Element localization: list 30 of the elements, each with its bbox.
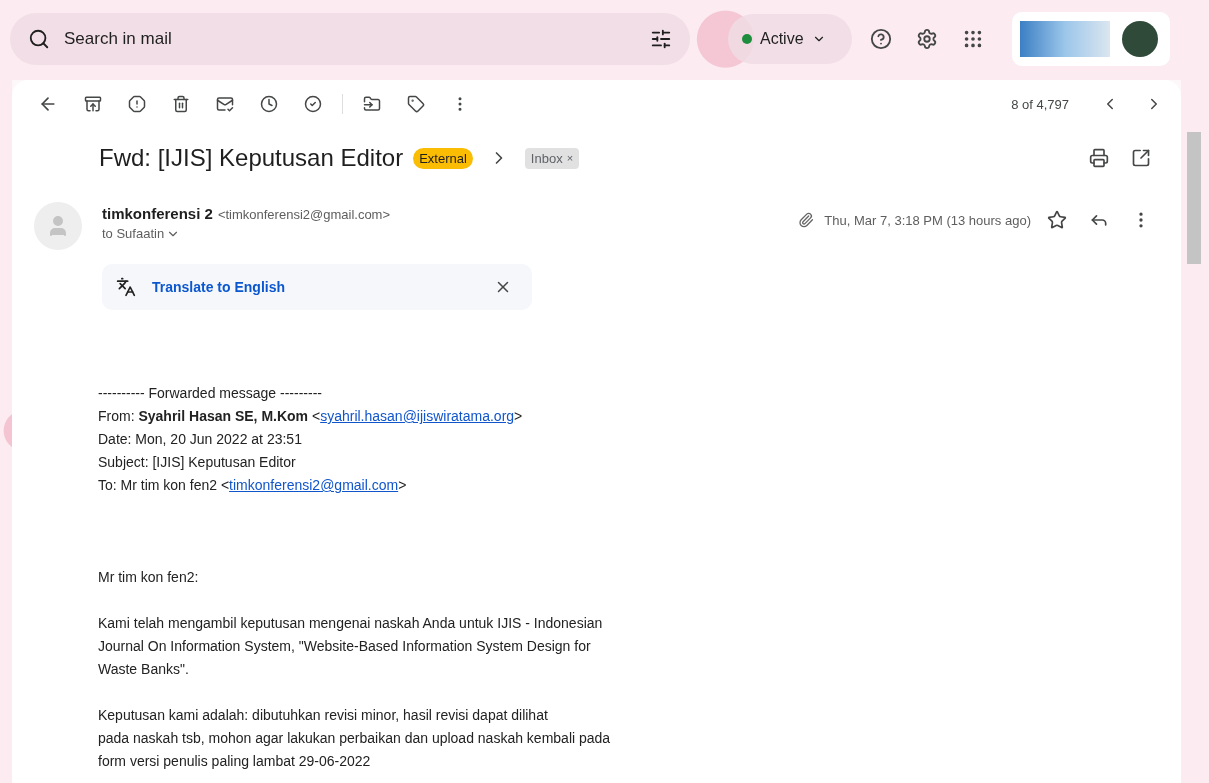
email-link[interactable]: timkonferensi2@gmail.com — [229, 477, 399, 493]
search-input[interactable]: Search in mail — [62, 28, 638, 50]
forward-header: ---------- Forwarded message --------- — [98, 384, 323, 403]
message-date: Thu, Mar 7, 3:18 PM (13 hours ago) — [824, 212, 1031, 228]
translate-icon — [116, 277, 136, 297]
filter-icon[interactable] — [650, 28, 672, 50]
label-tag[interactable]: Inbox × — [524, 147, 580, 169]
person-avatar-icon — [34, 202, 82, 250]
paperclip-icon — [798, 212, 815, 228]
pager-text: 8 of 4,797 — [1011, 96, 1069, 112]
sender-name: timkonferensi 2 — [102, 205, 213, 222]
avatar — [1122, 21, 1158, 57]
body-paragraph: Kami telah mengambil keputusan mengenai naskah Anda untuk IJIS - Indonesian Journal On Information System, "Website-Based Information System Design for Waste Banks". — [98, 614, 604, 679]
scrollbar-thumb[interactable] — [1187, 132, 1201, 264]
body-paragraph: Mr tim kon fen2: — [98, 568, 200, 587]
translate-link[interactable]: Translate to English — [152, 279, 286, 295]
external-tag: External — [413, 147, 473, 169]
search-bar[interactable]: Search in mail — [10, 13, 690, 65]
header-line: Subject: [IJIS] Keputusan Editor — [98, 453, 297, 472]
status-button[interactable]: Active — [728, 14, 852, 64]
search-icon — [28, 28, 50, 50]
email-link[interactable]: syahril.hasan@ijiswiratama.org — [320, 408, 515, 424]
header-line: From: Syahril Hasan SE, M.Kom <syahril.hasan@ijiswiratama.org> — [98, 407, 524, 426]
recipient-dropdown[interactable]: to Sufaatin — [102, 226, 391, 241]
account-panel[interactable] — [1012, 12, 1170, 66]
header-line: Date: Mon, 20 Jun 2022 at 23:51 — [98, 430, 303, 449]
subject-title: Fwd: [IJIS] Keputusan Editor — [99, 144, 404, 172]
header-line: To: Mr tim kon fen2 <timkonferensi2@gmail.com> — [98, 476, 408, 495]
body-paragraph: Keputusan kami adalah: dibutuhkan revisi minor, hasil revisi dapat dilihat pada naskah tsb, mohon agar lakukan perbaikan dan upload naskah kembali pada form versi penulis paling lambat 29-06-2022 — [98, 706, 612, 771]
sender-email: <timkonferensi2@gmail.com> — [217, 207, 391, 222]
